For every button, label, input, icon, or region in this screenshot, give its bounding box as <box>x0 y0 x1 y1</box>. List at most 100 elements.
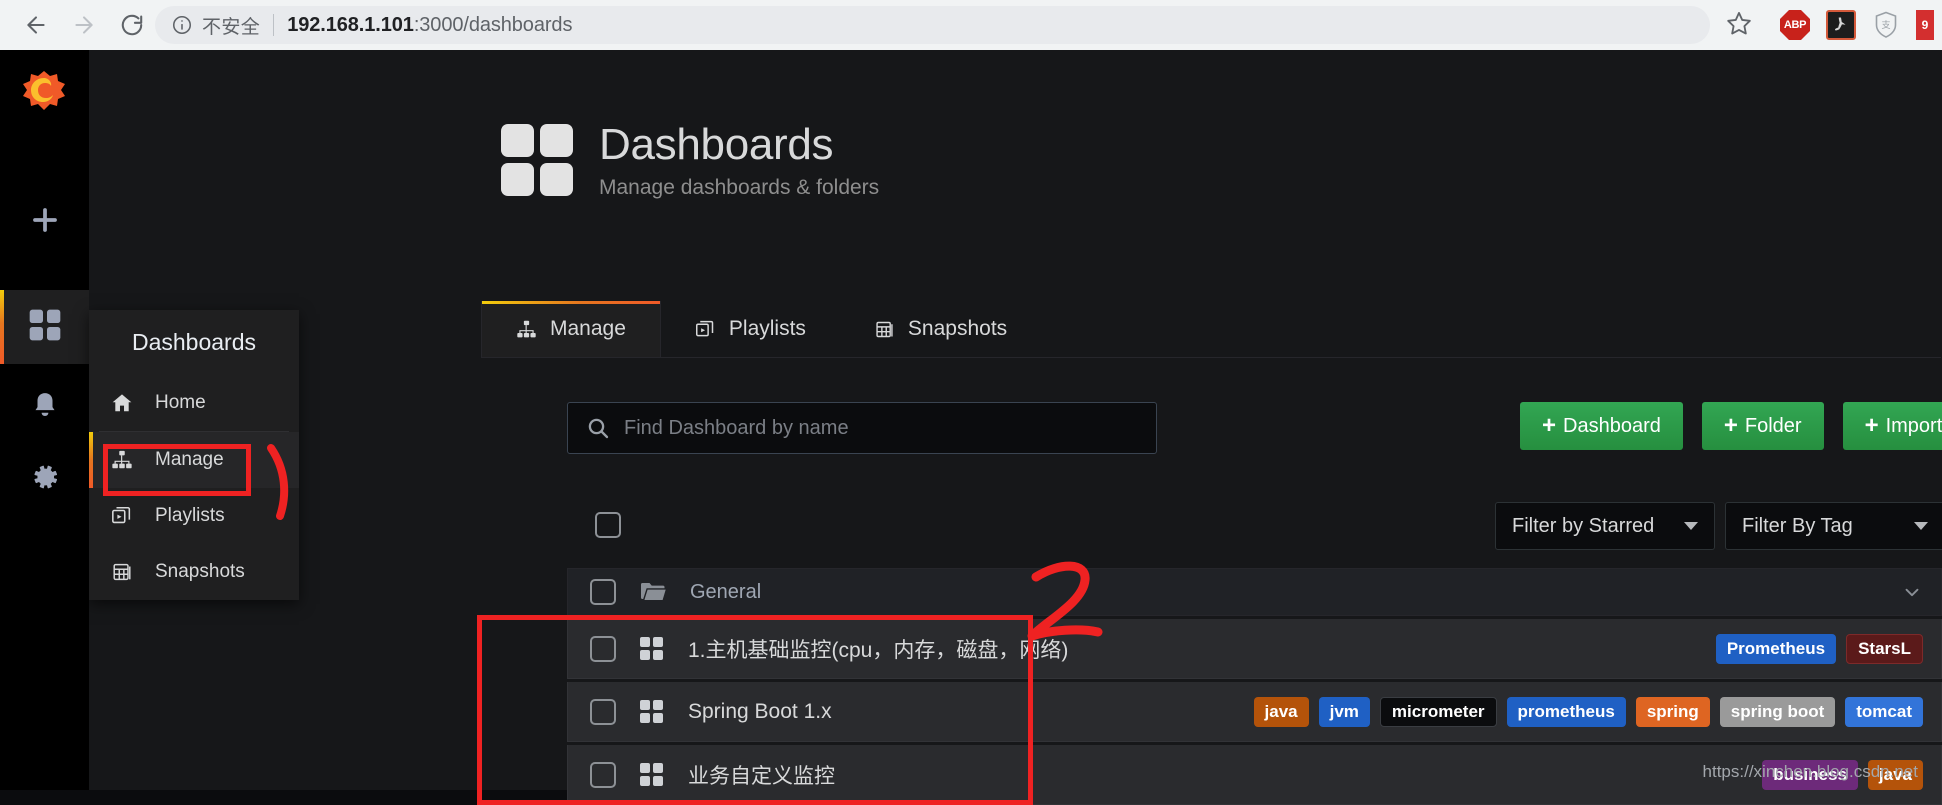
table-row[interactable]: 1.主机基础监控(cpu，内存，磁盘，网络) Prometheus StarsL <box>567 619 1942 679</box>
url-host: 192.168.1.101 <box>287 13 414 36</box>
side-menu-rail <box>0 50 89 790</box>
grafana-logo[interactable] <box>18 68 70 120</box>
reload-button[interactable] <box>110 3 154 47</box>
sitemap-icon <box>516 319 537 340</box>
sidebar-item-configuration[interactable] <box>0 442 89 516</box>
search-icon <box>586 416 610 440</box>
filter-by-tag-label: Filter By Tag <box>1742 514 1853 537</box>
tab-snapshots[interactable]: Snapshots <box>840 301 1041 357</box>
chevron-down-icon <box>1914 522 1928 530</box>
tab-manage-label: Manage <box>550 317 626 340</box>
reload-icon <box>119 12 145 38</box>
status-badge[interactable]: jvm <box>1318 696 1370 727</box>
dashboard-grid-icon <box>640 762 664 787</box>
dashboard-name: 业务自定义监控 <box>688 764 835 788</box>
import-button[interactable]: + Import <box>1842 402 1942 450</box>
chevron-down-icon <box>1684 522 1698 530</box>
playlist-icon <box>111 505 141 527</box>
new-dashboard-label: Dashboard <box>1563 414 1661 437</box>
search-input[interactable] <box>624 416 1124 440</box>
snapshot-icon <box>111 561 141 583</box>
status-badge[interactable]: prometheus <box>1506 696 1626 727</box>
tab-manage[interactable]: Manage <box>481 301 661 357</box>
watermark: https://xinchen.blog.csdn.net <box>1702 762 1918 781</box>
folder-name: General <box>690 580 762 603</box>
red-extension-icon[interactable]: 9 <box>1916 10 1934 40</box>
plus-icon: + <box>1542 412 1557 439</box>
sidebar-item-create[interactable] <box>0 185 89 259</box>
page-title: Dashboards <box>599 120 834 169</box>
folder-icon <box>640 581 666 603</box>
sidebar-item-alerting[interactable] <box>0 370 89 444</box>
dashboard-checkbox[interactable] <box>590 635 616 662</box>
flyout-item-playlists-label: Playlists <box>155 505 225 526</box>
status-badge[interactable]: Prometheus <box>1715 633 1837 664</box>
page-subtitle: Manage dashboards & folders <box>599 176 880 200</box>
url-path: :3000/dashboards <box>413 13 573 36</box>
grafana-app: Dashboards Manage dashboards & folders M… <box>0 50 1942 805</box>
address-bar[interactable]: 不安全 192.168.1.101:3000/dashboards <box>155 6 1710 44</box>
gear-icon <box>30 462 60 497</box>
flyout-item-playlists[interactable]: Playlists <box>89 488 299 544</box>
adblock-plus-icon[interactable]: ABP <box>1780 10 1810 40</box>
browser-toolbar: 不安全 192.168.1.101:3000/dashboards ABP 支 … <box>0 0 1942 50</box>
dashboard-name: Spring Boot 1.x <box>688 699 832 723</box>
adobe-acrobat-icon[interactable] <box>1826 10 1856 40</box>
flyout-item-home[interactable]: Home <box>89 375 299 431</box>
sidebar-item-dashboards[interactable] <box>0 290 89 364</box>
flyout-item-manage-label: Manage <box>155 449 224 470</box>
table-row[interactable]: Spring Boot 1.x java jvm micrometer prom… <box>567 682 1942 742</box>
browser-nav-buttons <box>14 3 154 47</box>
status-badge[interactable]: java <box>1253 696 1309 727</box>
bookmark-button[interactable] <box>1720 6 1758 44</box>
dashboard-name: 1.主机基础监控(cpu，内存，磁盘，网络) <box>688 638 1069 662</box>
playlist-icon <box>695 319 716 340</box>
new-folder-button[interactable]: + Folder <box>1701 402 1824 450</box>
chevron-down-icon[interactable] <box>1901 581 1923 603</box>
home-icon <box>111 392 141 414</box>
bell-icon <box>30 390 60 425</box>
dashboards-flyout-menu: Dashboards Home Manage Playlists Snapsho… <box>89 310 299 600</box>
tab-playlists[interactable]: Playlists <box>661 301 840 357</box>
flyout-item-snapshots[interactable]: Snapshots <box>89 544 299 600</box>
flyout-title: Dashboards <box>131 329 257 355</box>
status-badge[interactable]: micrometer <box>1379 696 1497 727</box>
filter-by-starred-select[interactable]: Filter by Starred <box>1495 502 1715 550</box>
forward-button[interactable] <box>62 3 106 47</box>
site-info-icon[interactable] <box>171 14 193 36</box>
folder-row-general[interactable]: General <box>567 568 1942 616</box>
plus-icon: + <box>1864 412 1879 439</box>
status-badge[interactable]: tomcat <box>1845 696 1923 727</box>
action-buttons: + Dashboard + Folder + Import <box>1520 402 1942 450</box>
new-dashboard-button[interactable]: + Dashboard <box>1520 402 1683 450</box>
filter-by-starred-label: Filter by Starred <box>1512 514 1655 537</box>
url-text: 192.168.1.101:3000/dashboards <box>287 14 572 37</box>
flyout-item-manage[interactable]: Manage <box>89 432 299 488</box>
tag-list: Prometheus StarsL <box>1715 633 1923 664</box>
filter-by-tag-select[interactable]: Filter By Tag <box>1725 502 1942 550</box>
svg-text:支: 支 <box>1881 19 1890 31</box>
dashboard-checkbox[interactable] <box>590 761 616 788</box>
page-header-text: Dashboards Manage dashboards & folders <box>599 120 880 200</box>
star-icon <box>1726 10 1752 41</box>
tag-list: java jvm micrometer prometheus spring sp… <box>1253 696 1923 727</box>
select-all-checkbox[interactable] <box>595 512 621 538</box>
dashboard-checkbox[interactable] <box>590 698 616 725</box>
status-badge[interactable]: spring <box>1635 696 1710 727</box>
shield-extension-icon[interactable]: 支 <box>1872 10 1900 40</box>
folder-checkbox[interactable] <box>590 579 616 605</box>
new-folder-label: Folder <box>1744 414 1802 437</box>
search-box[interactable] <box>567 402 1157 454</box>
status-badge[interactable]: StarsL <box>1846 633 1923 664</box>
browser-extensions: ABP 支 9 <box>1780 0 1934 50</box>
omnibox-divider <box>273 14 275 36</box>
forward-arrow-icon <box>71 12 97 38</box>
tab-playlists-label: Playlists <box>728 317 806 340</box>
snapshot-icon <box>874 319 895 340</box>
flyout-item-home-label: Home <box>155 392 206 413</box>
filter-controls: Filter by Starred Filter By Tag <box>1495 502 1942 550</box>
page-header: Dashboards Manage dashboards & folders <box>499 120 880 200</box>
flyout-item-snapshots-label: Snapshots <box>155 561 245 582</box>
back-button[interactable] <box>14 3 58 47</box>
status-badge[interactable]: spring boot <box>1719 696 1836 727</box>
